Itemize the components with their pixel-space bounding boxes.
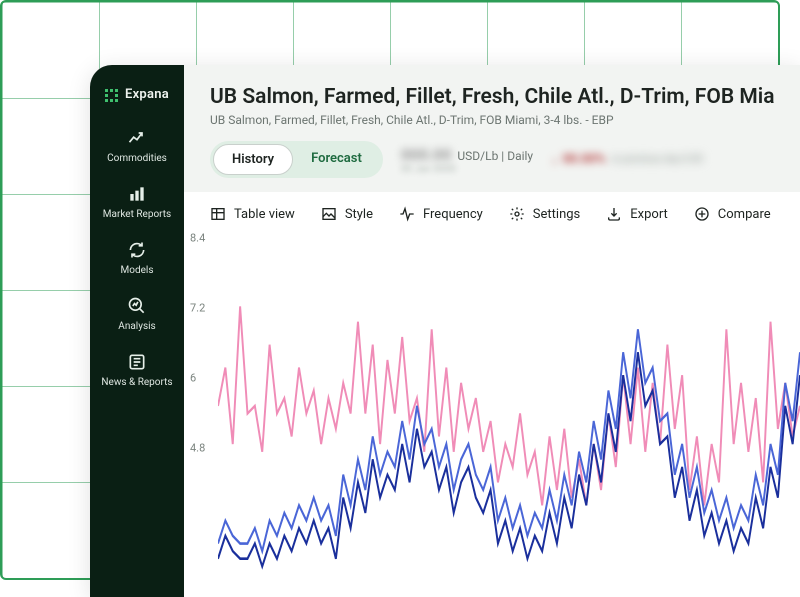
arrow-down-icon: ↓ <box>551 152 558 168</box>
sidebar-item-news-reports[interactable]: News & Reports <box>101 352 172 388</box>
y-axis-tick: 4.8 <box>190 442 205 455</box>
sidebar-item-label: News & Reports <box>101 377 172 388</box>
y-axis-tick: 8.4 <box>190 232 205 245</box>
sidebar-item-label: Commodities <box>107 153 167 164</box>
frequency-button[interactable]: Frequency <box>399 206 483 222</box>
price-date: 00 Jan 0000 <box>401 164 533 175</box>
table-view-button[interactable]: Table view <box>210 206 295 222</box>
app-window: Expana Commodities Market Reports Models… <box>90 65 800 597</box>
chart-up-icon <box>127 128 147 148</box>
gear-icon <box>509 206 525 222</box>
export-button[interactable]: Export <box>606 206 668 222</box>
sidebar-item-commodities[interactable]: Commodities <box>107 128 167 164</box>
sidebar-item-models[interactable]: Models <box>121 240 154 276</box>
sidebar: Expana Commodities Market Reports Models… <box>90 65 184 597</box>
compare-button[interactable]: Compare <box>694 206 771 222</box>
chart-series-blue-dark <box>218 352 800 566</box>
sidebar-item-label: Models <box>121 265 154 276</box>
page-subtitle: UB Salmon, Farmed, Fillet, Fresh, Chile … <box>210 113 774 127</box>
image-icon <box>321 206 337 222</box>
price-chart: 8.4 7.2 6 4.8 <box>184 230 800 597</box>
sidebar-item-label: Analysis <box>118 321 155 332</box>
sidebar-item-analysis[interactable]: Analysis <box>118 296 155 332</box>
chart-series-pink <box>218 306 800 505</box>
newspaper-icon <box>127 352 147 372</box>
y-axis-tick: 7.2 <box>190 302 205 315</box>
delta-value: 00.00% <box>563 152 606 167</box>
sidebar-item-label: Market Reports <box>103 209 171 220</box>
delta-sub: vs previous day 0.00 <box>611 154 703 165</box>
table-icon <box>210 206 226 222</box>
sidebar-item-market-reports[interactable]: Market Reports <box>103 184 171 220</box>
page-title: UB Salmon, Farmed, Fillet, Fresh, Chile … <box>210 85 774 109</box>
price-block: 000.00 USD/Lb | Daily 00 Jan 0000 <box>401 145 533 175</box>
tab-forecast[interactable]: Forecast <box>293 144 380 175</box>
toolbar-label: Settings <box>533 207 580 222</box>
toolbar-label: Style <box>345 207 373 222</box>
bar-chart-icon <box>127 184 147 204</box>
magnify-chart-icon <box>127 296 147 316</box>
header: UB Salmon, Farmed, Fillet, Fresh, Chile … <box>184 65 800 192</box>
toolbar-label: Table view <box>234 207 295 222</box>
chart-toolbar: Table view Style Frequency Settings Expo… <box>184 192 800 230</box>
brand[interactable]: Expana <box>105 87 169 102</box>
plus-circle-icon <box>694 206 710 222</box>
header-meta: History Forecast 000.00 USD/Lb | Daily 0… <box>210 141 774 178</box>
tab-history[interactable]: History <box>213 144 293 175</box>
waveform-icon <box>399 206 415 222</box>
price-value: 000.00 <box>401 145 452 164</box>
export-icon <box>606 206 622 222</box>
toolbar-label: Compare <box>718 207 771 222</box>
price-unit: USD/Lb | Daily <box>457 149 533 163</box>
brand-name: Expana <box>125 87 169 102</box>
delta-block: ↓ 00.00% vs previous day 0.00 <box>551 152 702 168</box>
view-toggle: History Forecast <box>210 141 383 178</box>
toolbar-label: Frequency <box>423 207 483 222</box>
y-axis-tick: 6 <box>190 372 196 385</box>
chart-plot-area <box>218 230 800 597</box>
brand-logomark-icon <box>105 88 119 102</box>
main-pane: UB Salmon, Farmed, Fillet, Fresh, Chile … <box>184 65 800 597</box>
style-button[interactable]: Style <box>321 206 373 222</box>
sidebar-nav: Commodities Market Reports Models Analys… <box>90 128 184 388</box>
settings-button[interactable]: Settings <box>509 206 580 222</box>
toolbar-label: Export <box>630 207 668 222</box>
cycle-icon <box>127 240 147 260</box>
